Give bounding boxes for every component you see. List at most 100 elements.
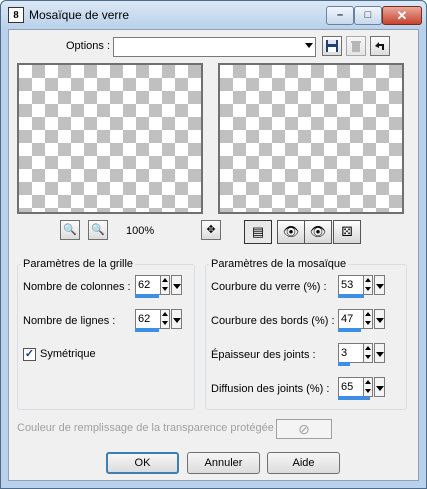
edge-curve-slider-dropdown[interactable]: [374, 309, 385, 329]
close-button[interactable]: ✕: [382, 6, 422, 25]
options-dropdown[interactable]: [113, 37, 316, 57]
arrow-down-icon: [162, 321, 168, 325]
arrow-up-icon: [365, 346, 371, 350]
title-bar[interactable]: 8 Mosaïque de verre – □ ✕: [1, 1, 426, 29]
minimize-icon: –: [336, 9, 344, 21]
cancel-button[interactable]: Annuler: [187, 452, 260, 474]
dialog-body: Options : 🔍 🔍 100% ✥ ▤ 👁 👁 ⚄ Paramètres …: [8, 29, 419, 481]
rows-label: Nombre de lignes :: [23, 315, 116, 327]
grid-settings-legend: Paramètres de la grille: [23, 258, 134, 270]
glass-curve-slider-dropdown[interactable]: [374, 275, 385, 295]
maximize-button[interactable]: □: [354, 6, 382, 25]
rows-spinner[interactable]: 62: [135, 309, 182, 332]
joint-thickness-input[interactable]: 3: [338, 343, 366, 363]
joint-thickness-slider-dropdown[interactable]: [374, 343, 385, 363]
rows-input[interactable]: 62: [135, 309, 163, 329]
arrow-up-icon: [162, 312, 168, 316]
ok-button[interactable]: OK: [106, 452, 179, 474]
pan-button[interactable]: ✥: [201, 220, 221, 240]
preview-layout-button[interactable]: ▤: [244, 220, 272, 244]
rows-slider-bar[interactable]: [135, 328, 159, 332]
fill-color-label: Couleur de remplissage de la transparenc…: [17, 422, 280, 434]
glass-curve-spinner[interactable]: 53: [338, 275, 385, 298]
trash-icon: [351, 41, 361, 52]
close-icon: ✕: [396, 8, 408, 23]
result-preview[interactable]: [218, 63, 404, 214]
preview-on-image-button[interactable]: 👁: [277, 220, 305, 244]
save-preset-button[interactable]: [322, 36, 342, 56]
original-preview[interactable]: [17, 63, 203, 214]
columns-spinner[interactable]: 62: [135, 275, 182, 298]
joint-thickness-stepper[interactable]: [363, 343, 373, 363]
floppy-disk-icon: [326, 40, 338, 52]
joint-thickness-slider-bar[interactable]: [338, 362, 350, 366]
no-color-icon: ⊘: [298, 421, 310, 437]
maximize-icon: □: [364, 9, 372, 21]
edge-curve-input[interactable]: 47: [338, 309, 366, 329]
arrow-down-icon: [365, 287, 371, 291]
zoom-in-icon: 🔍: [91, 224, 105, 236]
edge-curve-stepper[interactable]: [363, 309, 373, 329]
arrow-up-icon: [365, 312, 371, 316]
arrow-down-icon: [365, 321, 371, 325]
zoom-in-button[interactable]: 🔍: [88, 220, 108, 240]
edge-curve-spinner[interactable]: 47: [338, 309, 385, 332]
joint-diffusion-spinner[interactable]: 65: [338, 377, 385, 400]
joint-diffusion-label: Diffusion des joints (%) :: [211, 383, 330, 395]
symmetric-checkbox[interactable]: ✓: [23, 348, 36, 361]
minimize-button[interactable]: –: [326, 6, 354, 25]
columns-slider-dropdown[interactable]: [171, 275, 182, 295]
rows-slider-dropdown[interactable]: [171, 309, 182, 329]
delete-preset-button[interactable]: [346, 36, 366, 56]
chevron-down-icon: [173, 318, 181, 323]
joint-thickness-spinner[interactable]: 3: [338, 343, 385, 366]
chevron-down-icon: [173, 284, 181, 289]
move-arrows-icon: ✥: [206, 224, 216, 236]
glass-curve-slider-bar[interactable]: [338, 294, 364, 298]
reset-preset-button[interactable]: [370, 36, 390, 56]
glass-curve-label: Courbure du verre (%) :: [211, 281, 327, 293]
arrow-up-icon: [365, 380, 371, 384]
chevron-down-icon: [376, 284, 384, 289]
randomize-button[interactable]: ⚄: [333, 220, 361, 244]
columns-label: Nombre de colonnes :: [23, 281, 131, 293]
zoom-out-button[interactable]: 🔍: [60, 220, 80, 240]
help-button[interactable]: Aide: [267, 452, 340, 474]
joint-diffusion-stepper[interactable]: [363, 377, 373, 397]
glass-curve-input[interactable]: 53: [338, 275, 366, 295]
edge-curve-label: Courbure des bords (%) :: [211, 315, 335, 327]
columns-stepper[interactable]: [160, 275, 170, 295]
joint-diffusion-input[interactable]: 65: [338, 377, 366, 397]
zoom-level: 100%: [126, 225, 155, 237]
rows-stepper[interactable]: [160, 309, 170, 329]
symmetric-label[interactable]: Symétrique: [40, 348, 96, 360]
checkmark-icon: ✓: [24, 348, 35, 360]
joint-diffusion-slider-dropdown[interactable]: [374, 377, 385, 397]
arrow-up-icon: [162, 278, 168, 282]
split-view-icon: ▤: [251, 224, 265, 239]
chevron-down-icon: [376, 352, 384, 357]
chevron-down-icon: [305, 43, 313, 48]
reset-arrow-icon: [375, 42, 384, 50]
columns-input[interactable]: 62: [135, 275, 163, 295]
options-label: Options :: [66, 40, 111, 52]
mosaic-settings-legend: Paramètres de la mosaïque: [211, 258, 347, 270]
arrow-down-icon: [162, 287, 168, 291]
auto-proof-button[interactable]: 👁: [304, 220, 332, 244]
fill-color-swatch[interactable]: ⊘: [276, 419, 332, 439]
eye-icon: 👁: [309, 224, 327, 239]
chevron-down-icon: [376, 318, 384, 323]
chevron-down-icon: [376, 386, 384, 391]
joint-thickness-label: Épaisseur des joints :: [211, 349, 316, 361]
columns-slider-bar[interactable]: [135, 294, 159, 298]
arrow-up-icon: [365, 278, 371, 282]
arrow-down-icon: [365, 355, 371, 359]
window-title: Mosaïque de verre: [29, 8, 130, 22]
dice-icon: ⚄: [341, 224, 353, 239]
eye-image-icon: 👁: [282, 224, 300, 239]
glass-curve-stepper[interactable]: [363, 275, 373, 295]
zoom-out-icon: 🔍: [63, 224, 77, 236]
dialog-window: 8 Mosaïque de verre – □ ✕ Options : 🔍 🔍 …: [0, 0, 427, 489]
arrow-down-icon: [365, 389, 371, 393]
edge-curve-slider-bar[interactable]: [338, 328, 361, 332]
